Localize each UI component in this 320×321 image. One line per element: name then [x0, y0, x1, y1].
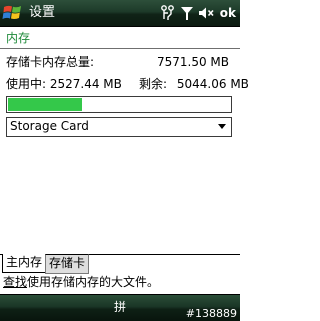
storage-usage-fill	[8, 98, 82, 111]
tab-main-memory[interactable]: 主内存	[2, 254, 46, 273]
help-row: 查找使用存储内存的大文件。	[3, 275, 159, 290]
usage-row: 使用中: 2527.44 MB 剩余: 5044.06 MB	[6, 77, 249, 92]
watermark-text: #138889	[185, 307, 237, 320]
start-button[interactable]	[2, 3, 24, 23]
tab-strip: 主内存 存储卡	[0, 254, 240, 274]
volume-muted-icon[interactable]	[197, 4, 215, 22]
help-text: 使用存储内存的大文件。	[27, 275, 160, 289]
total-storage-row: 存储卡内存总量: 7571.50 MB	[6, 55, 234, 70]
window-title: 设置	[29, 5, 56, 20]
tab-storage-card[interactable]: 存储卡	[45, 254, 89, 274]
free-storage-value: 5044.06 MB	[176, 77, 249, 91]
storage-select-value: Storage Card	[10, 119, 89, 133]
storage-usage-bar	[6, 96, 232, 113]
total-storage-value: 7571.50 MB	[156, 55, 229, 69]
windows-logo-icon	[2, 5, 21, 20]
page-title: 内存	[6, 31, 31, 45]
storage-select[interactable]: Storage Card	[6, 117, 232, 137]
connectivity-icon[interactable]	[159, 4, 177, 22]
chevron-down-icon[interactable]	[218, 124, 226, 129]
free-storage-group: 剩余: 5044.06 MB	[139, 77, 249, 92]
ok-button[interactable]: ok	[220, 4, 236, 22]
total-storage-label: 存储卡内存总量:	[6, 55, 95, 69]
header-divider	[0, 48, 240, 49]
status-tray: ok	[158, 3, 238, 23]
page-header: 内存	[0, 27, 240, 49]
find-link[interactable]: 查找	[3, 275, 27, 289]
signal-icon[interactable]	[178, 4, 196, 22]
title-bar: 设置 ok	[0, 0, 240, 27]
free-storage-label: 剩余:	[139, 77, 168, 91]
used-storage-text: 使用中: 2527.44 MB	[6, 77, 122, 91]
bottom-menu-bar: 拼 #138889	[0, 294, 240, 321]
